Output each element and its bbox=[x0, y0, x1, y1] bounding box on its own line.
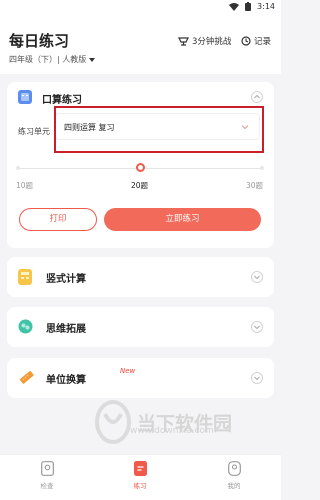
new-badge: New bbox=[120, 367, 136, 375]
slider-tick-30: 30题 bbox=[246, 181, 264, 190]
grade-selector[interactable]: 四年级（下）| 人教版 bbox=[9, 54, 96, 65]
slider-dot-10[interactable] bbox=[16, 166, 20, 170]
unit-label: 练习单元 bbox=[18, 127, 50, 136]
brain-icon bbox=[18, 319, 33, 334]
slider-dot-30[interactable] bbox=[260, 166, 264, 170]
ruler-icon bbox=[19, 370, 34, 384]
section-unit-conversion[interactable]: 单位换算 New bbox=[7, 358, 274, 398]
collapse-toggle[interactable] bbox=[251, 91, 263, 103]
battery-icon bbox=[245, 2, 252, 11]
expand-toggle[interactable] bbox=[251, 372, 263, 384]
nav-item-profile[interactable]: 我的 bbox=[209, 461, 259, 490]
section-title: 单位换算 bbox=[46, 375, 86, 386]
chevron-down-icon bbox=[254, 376, 260, 381]
section-thinking-expansion[interactable]: 思维拓展 bbox=[7, 307, 274, 347]
challenge-button[interactable]: 3分钟挑战 bbox=[178, 35, 231, 47]
highlight-box bbox=[54, 106, 264, 153]
wifi-icon bbox=[229, 2, 240, 11]
nav-item-practice[interactable]: 练习 bbox=[115, 461, 165, 490]
section-vertical-calculation[interactable]: 竖式计算 bbox=[7, 257, 274, 297]
slider-tick-10: 10题 bbox=[16, 181, 34, 190]
grade-label: 四年级（下）| 人教版 bbox=[9, 55, 87, 64]
record-label: 记录 bbox=[254, 37, 272, 47]
nav-label: 我的 bbox=[227, 482, 241, 490]
expand-toggle[interactable] bbox=[251, 321, 263, 333]
section-title: 思维拓展 bbox=[46, 324, 86, 335]
expand-toggle[interactable] bbox=[251, 271, 263, 283]
watermark-logo-icon bbox=[95, 400, 131, 444]
page-title: 每日练习 bbox=[9, 32, 70, 50]
caret-down-icon bbox=[89, 57, 96, 62]
check-icon bbox=[40, 461, 54, 476]
oral-calc-icon bbox=[18, 90, 32, 104]
challenge-label: 3分钟挑战 bbox=[192, 37, 232, 47]
chevron-up-icon bbox=[254, 94, 260, 99]
watermark-url: www.downxia.com bbox=[130, 426, 214, 436]
card-title: 口算练习 bbox=[42, 95, 82, 106]
start-practice-button[interactable]: 立即练习 bbox=[104, 208, 261, 231]
bottom-nav: 检查 练习 我的 bbox=[0, 454, 281, 500]
print-button[interactable]: 打印 bbox=[19, 208, 97, 231]
chevron-down-icon bbox=[254, 325, 260, 330]
status-icons: 3:14 bbox=[229, 2, 275, 11]
header: 每日练习 四年级（下）| 人教版 3分钟挑战 记录 bbox=[0, 16, 281, 74]
watermark: 当下软件园 bbox=[95, 400, 232, 444]
practice-icon bbox=[133, 461, 147, 476]
slider-thumb[interactable] bbox=[136, 163, 145, 172]
calculator-icon bbox=[18, 269, 32, 285]
nav-item-check[interactable]: 检查 bbox=[22, 461, 72, 490]
clock-icon bbox=[241, 36, 251, 46]
nav-label: 检查 bbox=[40, 482, 54, 490]
slider-tick-20: 20题 bbox=[131, 181, 149, 190]
status-bar: 3:14 bbox=[0, 0, 281, 16]
status-time: 3:14 bbox=[257, 2, 275, 11]
record-button[interactable]: 记录 bbox=[241, 35, 271, 47]
nav-label: 练习 bbox=[133, 482, 147, 490]
trophy-icon bbox=[178, 36, 189, 46]
chevron-down-icon bbox=[254, 275, 260, 280]
section-title: 竖式计算 bbox=[46, 274, 86, 285]
profile-icon bbox=[227, 461, 241, 476]
